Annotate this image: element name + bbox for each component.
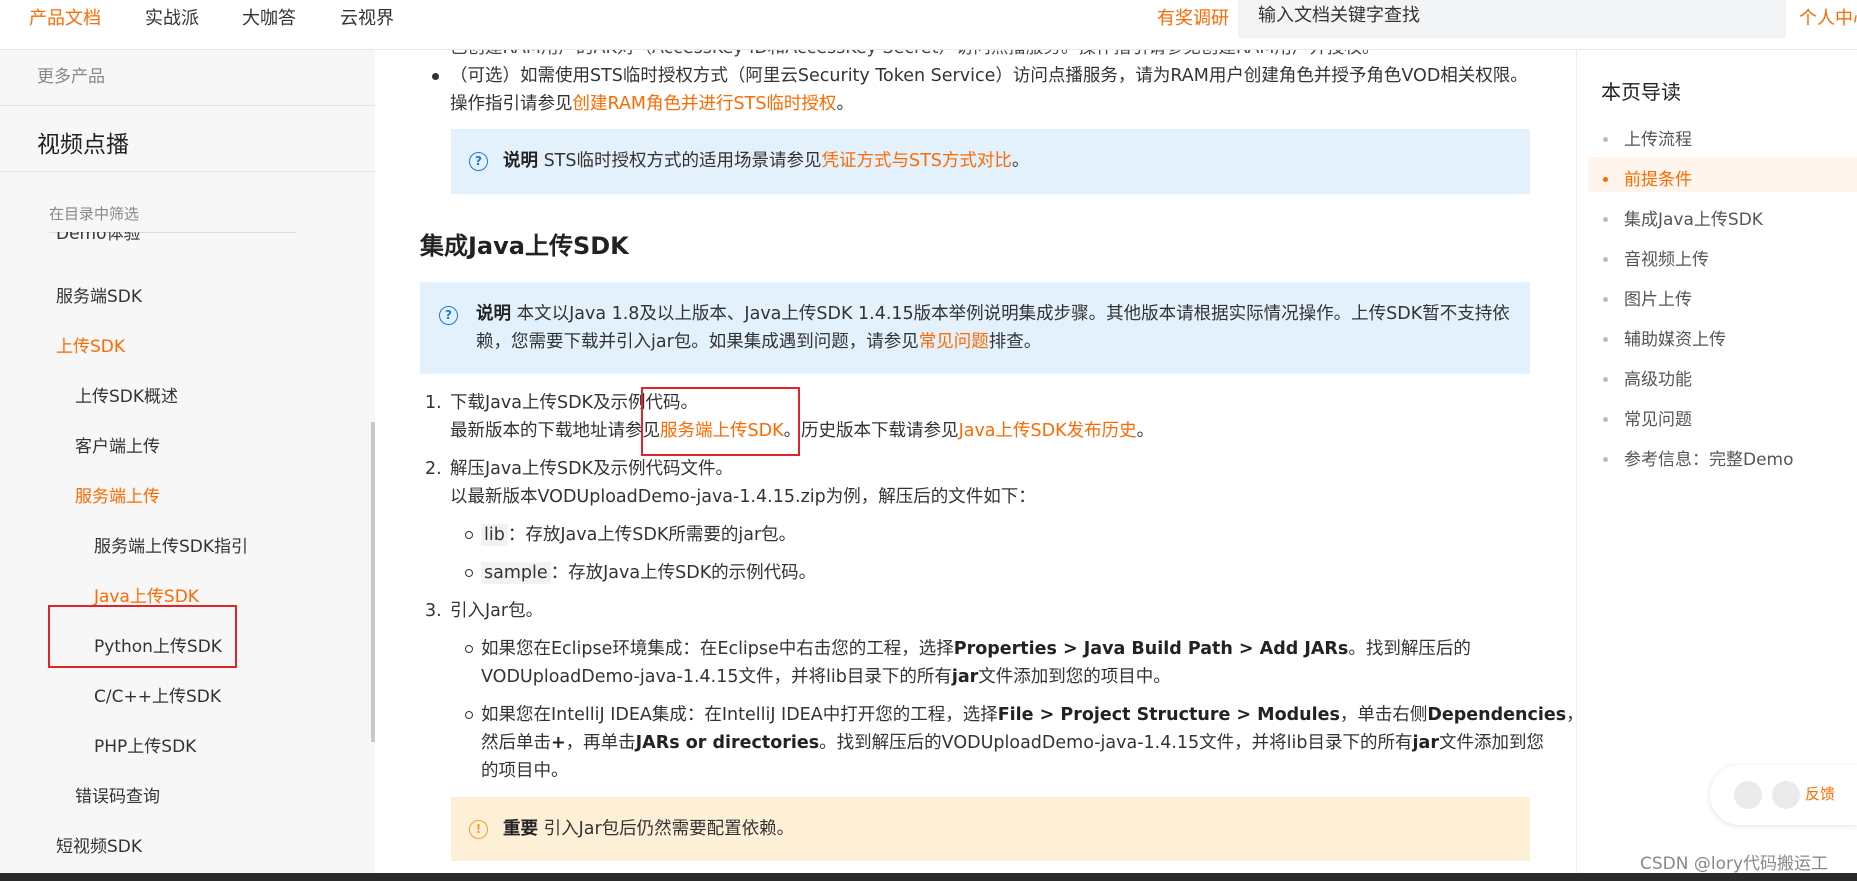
question-icon: ? xyxy=(469,152,488,171)
thumbs-down-icon[interactable] xyxy=(1772,781,1800,809)
sidebar-item-upload-sdk-overview[interactable]: 上传SDK概述 xyxy=(75,382,178,407)
code-sample: sample xyxy=(481,562,551,584)
bullet xyxy=(465,645,473,653)
note-integration-line1: 说明 本文以Java 1.8及以上版本、Java上传SDK 1.4.15版本举例… xyxy=(476,304,1510,324)
idea-line2: 然后单击+，再单击JARs or directories。找到解压后的VODUp… xyxy=(481,733,1544,753)
step1-download-line: 最新版本的下载地址请参见服务端上传SDK。历史版本下载请参见Java上传SDK发… xyxy=(450,421,1155,441)
toc-dot xyxy=(1603,337,1608,342)
nav-expert-qa[interactable]: 大咖答 xyxy=(242,4,296,30)
toc-item-prerequisites[interactable]: 前提条件 xyxy=(1624,165,1692,190)
note-integration-line2: 赖，您需要下载并引入jar包。如果集成遇到问题，请参见常见问题排查。 xyxy=(476,332,1042,352)
section-heading: 集成Java上传SDK xyxy=(420,232,629,260)
sidebar-item-demo-partial[interactable]: Demo体验 xyxy=(56,232,141,246)
eclipse-line2: VODUploadDemo-java-1.4.15文件，并将lib目录下的所有j… xyxy=(481,667,1171,687)
toc-item-full-demo[interactable]: 参考信息：完整Demo xyxy=(1624,445,1794,470)
toc-dot xyxy=(1603,297,1608,302)
step-number: 3. xyxy=(425,601,442,621)
faq-link[interactable]: 常见问题 xyxy=(919,332,989,352)
bullet xyxy=(432,73,439,80)
more-products-link[interactable]: 更多产品 xyxy=(37,62,105,87)
step2-description: 以最新版本VODUploadDemo-java-1.4.15.zip为例，解压后… xyxy=(450,487,1036,507)
warning-box: ! 重要 引入Jar包后仍然需要配置依赖。 xyxy=(451,797,1530,861)
survey-link[interactable]: 有奖调研 xyxy=(1157,4,1229,30)
toc-dot xyxy=(1603,377,1608,382)
toc-dot xyxy=(1603,417,1608,422)
toc-divider xyxy=(1576,50,1577,873)
sidebar-item-java-upload-sdk[interactable]: Java上传SDK xyxy=(94,582,199,607)
sidebar-item-short-video-sdk[interactable]: 短视频SDK xyxy=(56,832,142,857)
credential-compare-link[interactable]: 凭证方式与STS方式对比 xyxy=(821,151,1011,171)
sidebar-item-cpp-upload-sdk[interactable]: C/C++上传SDK xyxy=(94,682,221,707)
warning-icon: ! xyxy=(469,820,488,839)
note-label: 说明 xyxy=(503,151,538,171)
sidebar-filter-input[interactable]: 在目录中筛选 xyxy=(49,203,296,233)
toc-item-media-upload[interactable]: 音视频上传 xyxy=(1624,245,1709,270)
optional-sts-line2: 操作指引请参见创建RAM角色并进行STS临时授权。 xyxy=(450,94,854,114)
toc-dot xyxy=(1603,257,1608,262)
step3-title: 引入Jar包。 xyxy=(450,601,544,621)
nav-product-docs[interactable]: 产品文档 xyxy=(29,4,101,30)
nav-practice[interactable]: 实战派 xyxy=(145,4,199,30)
feedback-widget: 反馈 xyxy=(1710,765,1857,825)
divider xyxy=(0,171,375,172)
main-content: 已创建RAM用户的AK对（AccessKey ID和AccessKey Secr… xyxy=(375,50,1575,873)
bullet xyxy=(465,531,473,539)
sidebar-item-client-upload[interactable]: 客户端上传 xyxy=(75,432,160,457)
bullet xyxy=(465,569,473,577)
toc-item-advanced[interactable]: 高级功能 xyxy=(1624,365,1692,390)
sidebar-item-php-upload-sdk[interactable]: PHP上传SDK xyxy=(94,732,196,757)
top-navigation-bar: 产品文档 实战派 大咖答 云视界 有奖调研 个人中心 xyxy=(0,0,1857,50)
step-number: 2. xyxy=(425,459,442,479)
sidebar-item-server-sdk[interactable]: 服务端SDK xyxy=(56,282,142,307)
bullet xyxy=(465,711,473,719)
toc-item-auxiliary-upload[interactable]: 辅助媒资上传 xyxy=(1624,325,1726,350)
toc-dot xyxy=(1603,457,1608,462)
divider xyxy=(0,105,375,106)
note-box-integration: ? 说明 本文以Java 1.8及以上版本、Java上传SDK 1.4.15版本… xyxy=(420,282,1530,374)
step-number: 1. xyxy=(425,393,442,413)
toc-item-integrate-java-sdk[interactable]: 集成Java上传SDK xyxy=(1624,205,1763,230)
warning-label: 重要 xyxy=(503,819,538,839)
nav-cloud-vision[interactable]: 云视界 xyxy=(340,4,394,30)
note-box-sts: ? 说明 STS临时授权方式的适用场景请参见凭证方式与STS方式对比。 xyxy=(451,129,1530,194)
step2-title: 解压Java上传SDK及示例代码文件。 xyxy=(450,459,734,479)
sidebar-item-error-code[interactable]: 错误码查询 xyxy=(75,782,160,807)
annotation-highlight-box xyxy=(641,387,800,456)
eclipse-line1: 如果您在Eclipse环境集成：在Eclipse中右击您的工程，选择Proper… xyxy=(481,639,1471,659)
feedback-button[interactable]: 反馈 xyxy=(1805,783,1835,804)
thumbs-up-icon[interactable] xyxy=(1734,781,1762,809)
watermark: CSDN @lory代码搬运工 xyxy=(1640,854,1829,874)
toc-item-upload-flow[interactable]: 上传流程 xyxy=(1624,125,1692,150)
doc-search-box xyxy=(1238,0,1786,38)
optional-sts-text: （可选）如需使用STS临时授权方式（阿里云Security Token Serv… xyxy=(450,66,1528,86)
idea-line1: 如果您在IntelliJ IDEA集成：在IntelliJ IDEA中打开您的工… xyxy=(481,705,1575,725)
sidebar-product-title[interactable]: 视频点播 xyxy=(37,125,129,159)
create-ram-role-link[interactable]: 创建RAM角色并进行STS临时授权 xyxy=(573,94,837,114)
warning-text: 重要 引入Jar包后仍然需要配置依赖。 xyxy=(503,819,795,839)
toc-dot xyxy=(1603,217,1608,222)
note-label: 说明 xyxy=(476,304,511,324)
idea-line3: 的项目中。 xyxy=(481,761,569,781)
annotation-highlight-box xyxy=(48,605,237,668)
list-item-sample: sample ：存放Java上传SDK的示例代码。 xyxy=(481,559,816,587)
list-item-lib: lib ：存放Java上传SDK所需要的jar包。 xyxy=(481,521,796,549)
toc-dot xyxy=(1603,177,1608,182)
question-icon: ? xyxy=(439,306,458,325)
toc-title: 本页导读 xyxy=(1601,80,1681,104)
sidebar-item-server-upload[interactable]: 服务端上传 xyxy=(75,482,160,507)
bottom-bar xyxy=(0,873,1857,881)
doc-search-input[interactable] xyxy=(1258,0,1778,30)
toc-item-image-upload[interactable]: 图片上传 xyxy=(1624,285,1692,310)
toc-item-faq[interactable]: 常见问题 xyxy=(1624,405,1692,430)
top-partial-text: 已创建RAM用户的AK对（AccessKey ID和AccessKey Secr… xyxy=(450,50,1379,62)
personal-center-link[interactable]: 个人中心 xyxy=(1799,4,1857,30)
java-sdk-history-link[interactable]: Java上传SDK发布历史 xyxy=(959,421,1137,441)
sidebar-item-server-upload-guide[interactable]: 服务端上传SDK指引 xyxy=(94,532,248,557)
left-sidebar: 更多产品 视频点播 在目录中筛选 Demo体验 服务端SDK 上传SDK 上传S… xyxy=(0,50,375,873)
code-lib: lib xyxy=(481,524,508,546)
sidebar-item-upload-sdk[interactable]: 上传SDK xyxy=(56,332,125,357)
toc-dot xyxy=(1603,137,1608,142)
note-sts-text: 说明 STS临时授权方式的适用场景请参见凭证方式与STS方式对比。 xyxy=(503,151,1030,171)
